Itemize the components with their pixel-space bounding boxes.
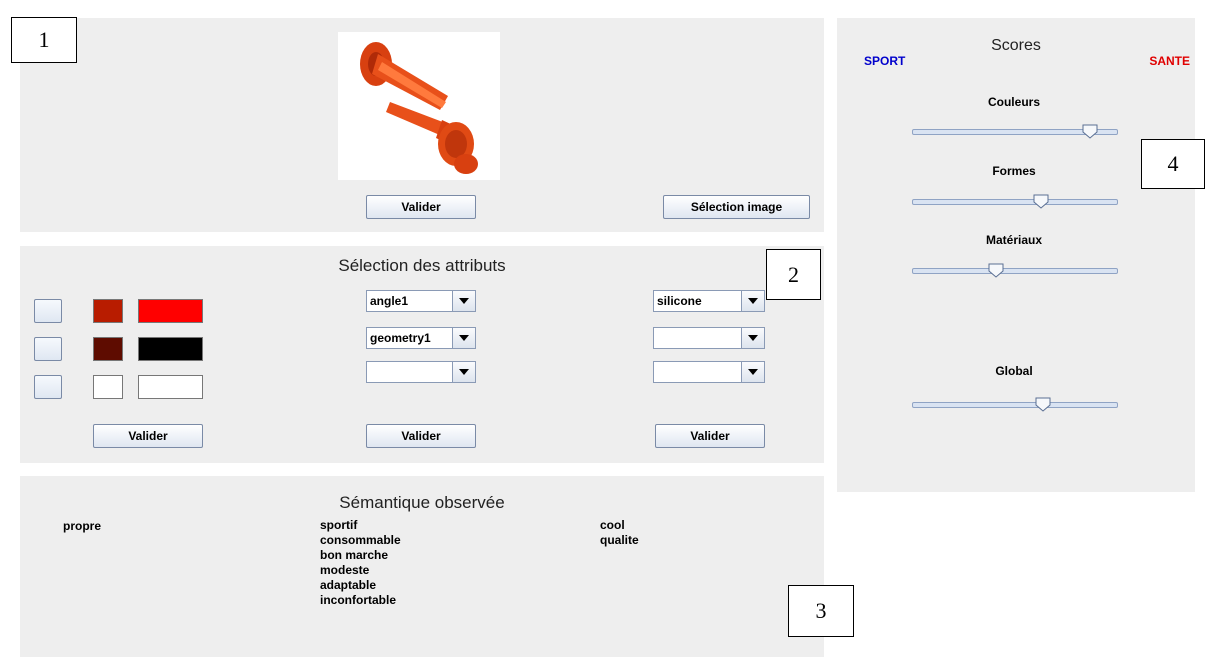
product-image — [338, 32, 500, 180]
color-checkbox-3[interactable] — [34, 375, 62, 399]
semantic-term: propre — [63, 519, 102, 533]
chevron-down-icon[interactable] — [741, 362, 764, 382]
shapes-score-label: Formes — [992, 164, 1036, 178]
colors-score-label: Couleurs — [987, 95, 1040, 109]
color-swatch-large-2[interactable] — [138, 337, 203, 361]
material-select-2[interactable] — [653, 327, 765, 349]
semantic-term: modeste — [320, 563, 370, 577]
chevron-down-icon[interactable] — [452, 291, 475, 311]
slider-thumb[interactable] — [988, 263, 1004, 278]
semantic-term: adaptable — [320, 578, 377, 592]
scores-panel: Scores SPORT SANTE Couleurs Formes Matér… — [837, 18, 1195, 492]
shape-select-3[interactable] — [366, 361, 476, 383]
material-select-1[interactable]: silicone — [653, 290, 765, 312]
slider-thumb[interactable] — [1082, 124, 1098, 139]
attributes-panel: Sélection des attributs angle1 geometry1… — [20, 246, 824, 463]
global-score-slider[interactable] — [912, 397, 1118, 412]
semantic-term: bon marche — [320, 548, 389, 562]
annotation-label-1: 1 — [11, 17, 77, 63]
annotation-label-4: 4 — [1141, 139, 1205, 189]
scores-title: Scores — [991, 37, 1041, 54]
sport-label: SPORT — [864, 54, 906, 68]
validate-image-button[interactable]: Valider — [366, 195, 476, 219]
color-swatch-large-1[interactable] — [138, 299, 203, 323]
color-swatch-small-1[interactable] — [93, 299, 123, 323]
image-panel: Valider Sélection image — [20, 18, 824, 232]
color-checkbox-1[interactable] — [34, 299, 62, 323]
validate-colors-button[interactable]: Valider — [93, 424, 203, 448]
annotation-label-3: 3 — [788, 585, 854, 637]
semantic-term: inconfortable — [320, 593, 397, 607]
global-score-label: Global — [995, 364, 1033, 378]
material-select-3[interactable] — [653, 361, 765, 383]
sante-label: SANTE — [1149, 54, 1190, 68]
shape-select-value: geometry1 — [370, 331, 431, 345]
shape-select-1[interactable]: angle1 — [366, 290, 476, 312]
select-image-button[interactable]: Sélection image — [663, 195, 810, 219]
chevron-down-icon[interactable] — [741, 291, 764, 311]
shapes-score-slider[interactable] — [912, 194, 1118, 209]
semantic-term: consommable — [320, 533, 401, 547]
semantics-title: Sémantique observée — [339, 493, 505, 512]
color-swatch-large-3[interactable] — [138, 375, 203, 399]
color-checkbox-2[interactable] — [34, 337, 62, 361]
attributes-title: Sélection des attributs — [338, 256, 506, 275]
annotation-label-2: 2 — [766, 249, 821, 300]
color-swatch-small-2[interactable] — [93, 337, 123, 361]
materials-score-slider[interactable] — [912, 263, 1118, 278]
chevron-down-icon[interactable] — [452, 362, 475, 382]
semantic-term: qualite — [600, 533, 639, 547]
slider-thumb[interactable] — [1035, 397, 1051, 412]
semantics-panel: Sémantique observée propre sportif conso… — [20, 476, 824, 657]
material-select-value: silicone — [657, 294, 702, 308]
materials-score-label: Matériaux — [985, 233, 1043, 247]
semantic-term: cool — [600, 518, 625, 532]
colors-score-slider[interactable] — [912, 124, 1118, 139]
shape-select-2[interactable]: geometry1 — [366, 327, 476, 349]
validate-shapes-button[interactable]: Valider — [366, 424, 476, 448]
slider-thumb[interactable] — [1033, 194, 1049, 209]
chevron-down-icon[interactable] — [741, 328, 764, 348]
chevron-down-icon[interactable] — [452, 328, 475, 348]
shape-select-value: angle1 — [370, 294, 409, 308]
semantic-term: sportif — [320, 518, 358, 532]
color-swatch-small-3[interactable] — [93, 375, 123, 399]
validate-materials-button[interactable]: Valider — [655, 424, 765, 448]
